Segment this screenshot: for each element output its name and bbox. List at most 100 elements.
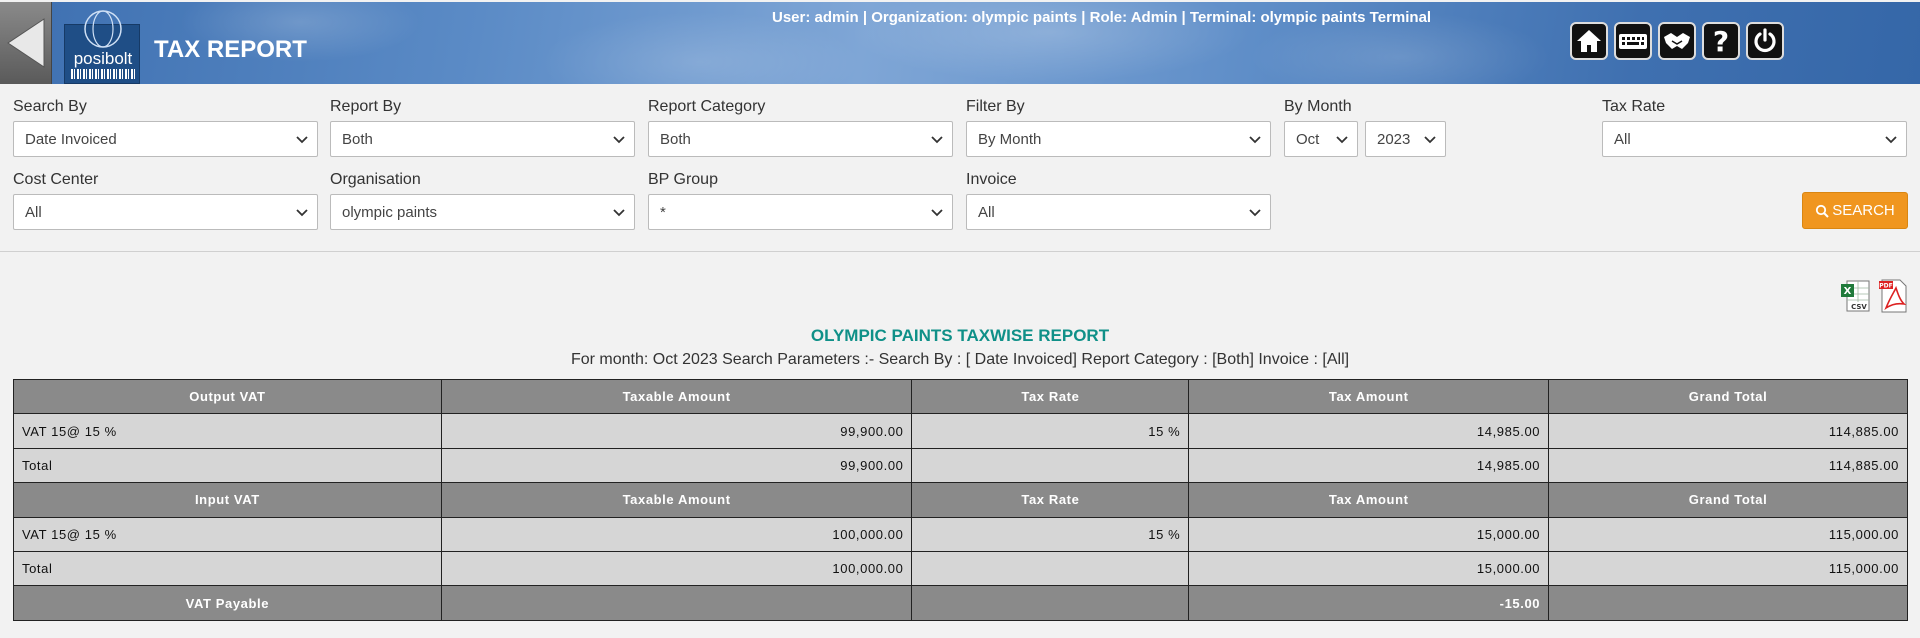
posibolt-logo: posibolt [64, 10, 140, 84]
logout-button[interactable] [1746, 22, 1784, 60]
input-total-row: Total 100,000.00 15,000.00 115,000.00 [13, 550, 1908, 587]
month-select[interactable]: Oct [1284, 121, 1358, 157]
chevron-down-icon [296, 209, 308, 217]
filter-by-value: By Month [978, 130, 1042, 148]
keyboard-button[interactable] [1614, 22, 1652, 60]
month-value: Oct [1296, 130, 1320, 148]
svg-text:PDF: PDF [1879, 283, 1892, 290]
invoice-label: Invoice [966, 171, 1017, 188]
chevron-down-icon [1424, 136, 1436, 144]
taxable-amount-cell: 99,900.00 [440, 447, 913, 484]
tax-rate-select[interactable]: All [1602, 121, 1907, 157]
tax-rate-value: All [1614, 130, 1631, 148]
tax-report-table: Output VAT Taxable Amount Tax Rate Tax A… [13, 378, 1908, 621]
total-label: Total [13, 550, 442, 587]
back-arrow-icon [6, 18, 44, 68]
chevron-down-icon [613, 136, 625, 144]
empty-cell [911, 550, 1190, 587]
table-row: VAT 15@ 15 % 100,000.00 15 % 15,000.00 1… [13, 516, 1908, 552]
chevron-down-icon [1336, 136, 1348, 144]
organisation-value: olympic paints [342, 203, 438, 221]
export-pdf-button[interactable]: PDF [1876, 278, 1910, 314]
report-by-select[interactable]: Both [330, 121, 635, 157]
year-select[interactable]: 2023 [1365, 121, 1446, 157]
taxable-amount-cell: 100,000.00 [440, 516, 913, 552]
tax-rate-cell: 15 % [911, 413, 1190, 449]
input-vat-header-row: Input VAT Taxable Amount Tax Rate Tax Am… [13, 482, 1908, 518]
chevron-down-icon [931, 136, 943, 144]
search-button-label: SEARCH [1832, 202, 1895, 219]
svg-text:CSV: CSV [1851, 303, 1867, 311]
back-button[interactable] [0, 2, 52, 84]
organisation-label: Organisation [330, 171, 421, 188]
tax-amount-cell: 14,985.00 [1188, 413, 1550, 449]
filter-by-label: Filter By [966, 98, 1025, 115]
col-header: Taxable Amount [440, 378, 913, 415]
export-csv-button[interactable]: X CSV [1839, 278, 1873, 314]
report-by-field: Report By Both [330, 98, 635, 157]
report-by-label: Report By [330, 98, 402, 115]
page-title: TAX REPORT [154, 36, 307, 63]
search-by-select[interactable]: Date Invoiced [13, 121, 318, 157]
svg-text:?: ? [1713, 26, 1729, 56]
chevron-down-icon [1885, 136, 1897, 144]
logo-barcode [71, 69, 135, 79]
col-header: Output VAT [13, 378, 442, 415]
filter-panel: Search By Date Invoiced Report By Both R… [0, 84, 1920, 252]
chevron-down-icon [613, 209, 625, 217]
search-icon [1816, 204, 1829, 218]
col-header: Tax Rate [911, 378, 1190, 415]
organisation-select[interactable]: olympic paints [330, 194, 635, 230]
output-vat-link[interactable]: VAT 15@ 15 % [13, 413, 442, 449]
vat-payable-value: -15.00 [1188, 585, 1550, 621]
tax-amount-cell: 14,985.00 [1188, 447, 1550, 484]
empty-cell [911, 585, 1190, 621]
invoice-field: Invoice All [966, 171, 1271, 230]
chevron-down-icon [296, 136, 308, 144]
report-category-select[interactable]: Both [648, 121, 953, 157]
search-by-value: Date Invoiced [25, 130, 117, 148]
report-by-value: Both [342, 130, 373, 148]
bp-group-select[interactable]: * [648, 194, 953, 230]
search-by-label: Search By [13, 98, 87, 115]
pdf-icon: PDF [1879, 279, 1907, 313]
cost-center-value: All [25, 203, 42, 221]
by-month-label: By Month [1284, 98, 1352, 115]
search-button[interactable]: SEARCH [1802, 192, 1908, 229]
help-button[interactable]: ? [1702, 22, 1740, 60]
taxable-amount-cell: 100,000.00 [440, 550, 913, 587]
svg-text:X: X [1844, 286, 1852, 297]
col-header: Tax Amount [1188, 378, 1550, 415]
cost-center-select[interactable]: All [13, 194, 318, 230]
col-header: Taxable Amount [440, 482, 913, 518]
grand-total-cell: 115,000.00 [1548, 550, 1908, 587]
grand-total-cell: 114,885.00 [1548, 447, 1908, 484]
input-vat-link[interactable]: VAT 15@ 15 % [13, 516, 442, 552]
user-info: User: admin | Organization: olympic pain… [772, 9, 1432, 26]
tax-rate-label: Tax Rate [1602, 98, 1666, 115]
handshake-button[interactable] [1658, 22, 1696, 60]
cost-center-label: Cost Center [13, 171, 99, 188]
col-header: Tax Rate [911, 482, 1190, 518]
col-header: Tax Amount [1188, 482, 1550, 518]
logo-circles-icon [84, 10, 122, 48]
chevron-down-icon [1249, 136, 1261, 144]
chevron-down-icon [931, 209, 943, 217]
home-button[interactable] [1570, 22, 1608, 60]
cost-center-field: Cost Center All [13, 171, 318, 230]
chevron-down-icon [1249, 209, 1261, 217]
empty-cell [911, 447, 1190, 484]
handshake-icon [1664, 33, 1690, 49]
bp-group-value: * [660, 203, 666, 221]
help-icon: ? [1713, 26, 1729, 56]
tax-amount-cell: 15,000.00 [1188, 516, 1550, 552]
tax-amount-cell: 15,000.00 [1188, 550, 1550, 587]
vat-payable-row: VAT Payable -15.00 [13, 585, 1908, 621]
app-header: posibolt TAX REPORT User: admin | Organi… [0, 2, 1920, 84]
col-header: Grand Total [1548, 482, 1908, 518]
invoice-select[interactable]: All [966, 194, 1271, 230]
power-icon [1754, 28, 1776, 53]
table-row: VAT 15@ 15 % 99,900.00 15 % 14,985.00 11… [13, 413, 1908, 449]
filter-by-select[interactable]: By Month [966, 121, 1271, 157]
by-month-field: By Month Oct 2023 [1284, 98, 1454, 157]
